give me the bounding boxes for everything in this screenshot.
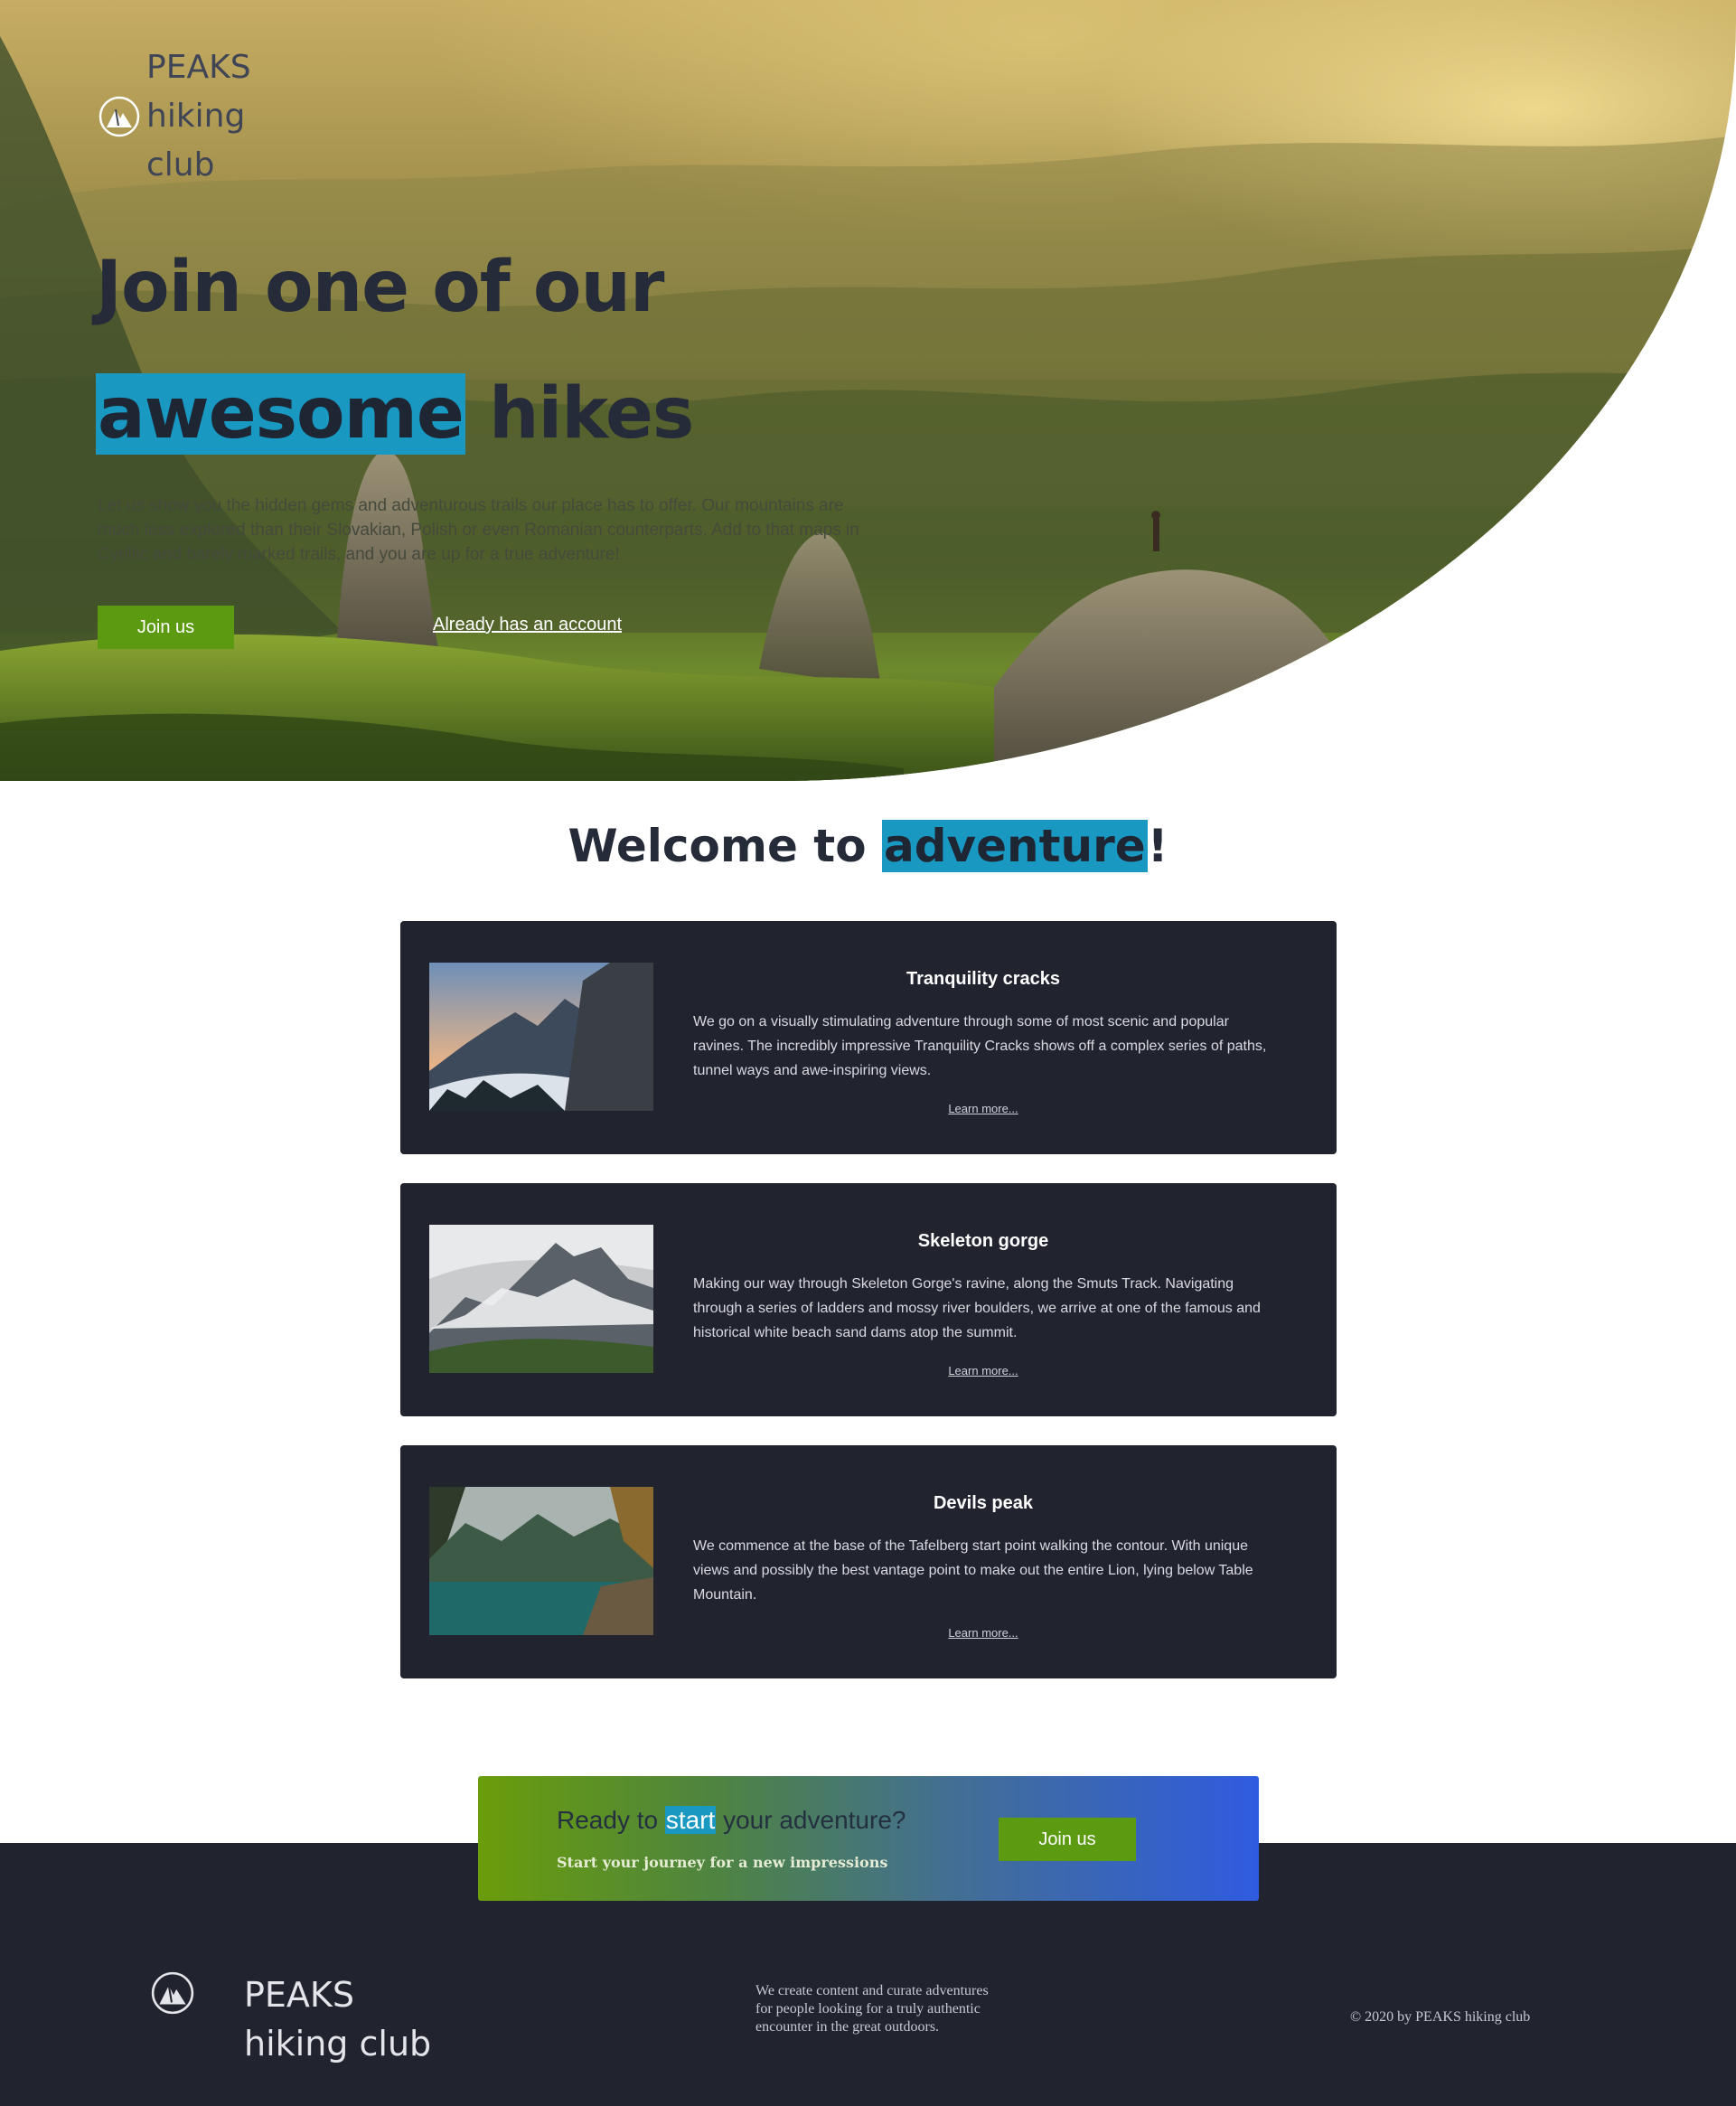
hike-card-description: We go on a visually stimulating adventur… (693, 1014, 1267, 1078)
footer-about-text: We create content and curate adventures … (755, 1983, 989, 2035)
brand-logo[interactable]: PEAKS hiking club (98, 43, 273, 190)
cta-join-button[interactable]: Join us (999, 1818, 1136, 1861)
learn-more-link[interactable]: Learn more... (694, 1102, 1272, 1115)
footer-brand-line1: PEAKS (244, 1975, 354, 2015)
hero-description: Let us show you the hidden gems and adve… (98, 496, 859, 564)
hero-title-line1: Join one of our (96, 247, 664, 328)
hike-card: Skeleton gorge Making our way through Sk… (400, 1183, 1337, 1416)
cta-title-highlight: start (664, 1806, 717, 1834)
existing-account-link[interactable]: Already has an account (433, 615, 622, 635)
hike-card-image (429, 1487, 653, 1635)
cta-banner: Ready to start your adventure? Start you… (478, 1776, 1259, 1901)
hike-card: Devils peak We commence at the base of t… (400, 1445, 1337, 1678)
welcome-prefix: Welcome to (568, 820, 882, 872)
footer-brand-name: PEAKS hiking club (244, 1970, 431, 2068)
learn-more-link[interactable]: Learn more... (694, 1364, 1272, 1377)
hike-card: Tranquility cracks We go on a visually s… (400, 921, 1337, 1154)
brand-name-line2: hiking (146, 98, 246, 135)
cta-title-prefix: Ready to (557, 1806, 665, 1834)
hike-card-title: Skeleton gorge (917, 1231, 1049, 1251)
hero-title-rest: hikes (488, 373, 694, 455)
brand-name-line3: club (146, 146, 215, 183)
hero-title-highlight: awesome (96, 373, 465, 455)
mountain-circle-icon (99, 96, 140, 137)
welcome-heading: Welcome to adventure! (0, 813, 1736, 879)
hike-card-title: Devils peak (933, 1493, 1034, 1513)
hike-card-description: We commence at the base of the Tafelberg… (693, 1538, 1253, 1603)
hike-card-title: Tranquility cracks (906, 969, 1061, 989)
cta-title: Ready to start your adventure? (557, 1806, 906, 1835)
hero-title: Join one of our awesome hikes (96, 224, 783, 477)
brand-name-line1: PEAKS (146, 49, 251, 86)
mountain-circle-icon[interactable] (150, 1970, 195, 2016)
hero-join-button[interactable]: Join us (98, 606, 234, 649)
footer-brand-line2: hiking club (244, 2024, 432, 2064)
cta-title-suffix: your adventure? (716, 1806, 906, 1834)
welcome-suffix: ! (1147, 820, 1168, 872)
hike-card-description: Making our way through Skeleton Gorge's … (693, 1276, 1261, 1340)
cta-subtitle: Start your journey for a new impressions (557, 1854, 888, 1871)
hike-card-image (429, 1225, 653, 1373)
hike-card-image (429, 963, 653, 1111)
hero-section: PEAKS hiking club Join one of our awesom… (0, 0, 1736, 781)
hero-title-line2: awesome hikes (96, 351, 783, 477)
learn-more-link[interactable]: Learn more... (694, 1626, 1272, 1640)
brand-name: PEAKS hiking club (146, 43, 273, 190)
welcome-highlight: adventure (881, 820, 1148, 872)
footer-copyright: © 2020 by PEAKS hiking club (1350, 2009, 1531, 2025)
